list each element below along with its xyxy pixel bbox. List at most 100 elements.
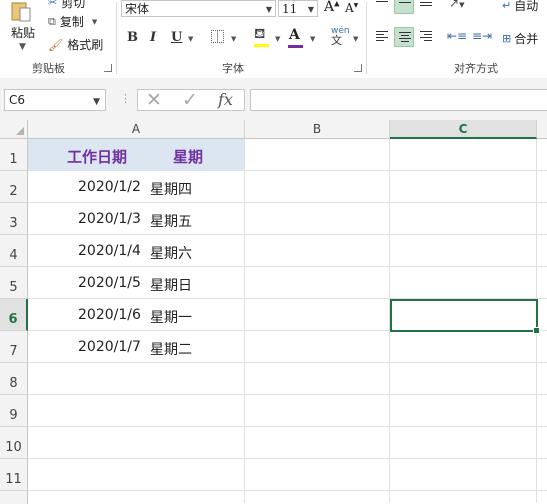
- row-header-5[interactable]: 5: [0, 267, 28, 299]
- row-header-2[interactable]: 2: [0, 171, 28, 203]
- ribbon: 粘贴 ▼ ✂ 剪切 ⧉ 复制 ▼ 🖌 格式刷 剪贴板 宋体 ▼ 11 ▼ A▲ …: [0, 0, 547, 79]
- italic-button[interactable]: I: [150, 30, 156, 45]
- row-header-8[interactable]: 8: [0, 363, 28, 395]
- cancel-entry-icon[interactable]: ✕: [146, 89, 162, 111]
- paint-bucket-icon: ⛾: [254, 26, 266, 42]
- align-right-button[interactable]: [416, 27, 436, 47]
- copy-button[interactable]: ⧉ 复制 ▼: [48, 13, 97, 30]
- table-row[interactable]: 2020/1/3 星期五: [28, 203, 244, 235]
- chevron-down-icon: ▼: [91, 17, 98, 26]
- weekday-value: 星期一: [150, 310, 192, 326]
- chevron-down-icon[interactable]: ▼: [275, 35, 280, 43]
- grow-font-button[interactable]: A▲: [324, 0, 340, 15]
- shrink-font-icon: A: [345, 1, 354, 15]
- table-row[interactable]: 2020/1/5 星期日: [28, 267, 244, 299]
- format-painter-label: 格式刷: [67, 38, 104, 52]
- decrease-indent-icon: ⇤≡: [447, 29, 468, 43]
- row-header-3[interactable]: 3: [0, 203, 28, 235]
- font-size-value: 11: [282, 2, 298, 16]
- grow-font-icon: A: [324, 0, 335, 15]
- weekday-value: 星期二: [150, 342, 192, 358]
- phonetic-icon: 文: [331, 34, 342, 47]
- align-center-button[interactable]: [394, 27, 414, 47]
- decrease-indent-button[interactable]: ⇤≡: [447, 29, 467, 43]
- format-painter-icon: 🖌: [48, 37, 64, 52]
- align-top-button[interactable]: [372, 0, 392, 14]
- column-header-a[interactable]: A: [28, 120, 245, 139]
- column-header-b[interactable]: B: [245, 120, 390, 139]
- header-weekday: 星期: [173, 148, 204, 166]
- shrink-font-button[interactable]: A▼: [345, 1, 358, 15]
- formula-input[interactable]: [250, 89, 547, 111]
- chevron-down-icon: ▼: [19, 42, 26, 52]
- formula-bar-handle-icon[interactable]: ⋮: [120, 92, 131, 105]
- table-row[interactable]: 2020/1/6 星期一: [28, 299, 244, 331]
- font-name-select[interactable]: 宋体 ▼: [121, 0, 276, 17]
- align-left-button[interactable]: [372, 27, 392, 47]
- font-color-icon: A: [289, 27, 300, 43]
- table-row[interactable]: 2020/1/4 星期六: [28, 235, 244, 267]
- font-launcher-icon[interactable]: [354, 64, 362, 72]
- select-all-button[interactable]: [0, 120, 28, 139]
- align-bottom-button[interactable]: [416, 0, 436, 14]
- row-header-11[interactable]: 11: [0, 459, 28, 491]
- group-divider: [366, 2, 367, 74]
- row-header-6[interactable]: 6: [0, 299, 28, 331]
- active-cell-c6[interactable]: [390, 299, 540, 334]
- row-header-4[interactable]: 4: [0, 235, 28, 267]
- table-row[interactable]: 2020/1/7 星期二: [28, 331, 244, 363]
- phonetic-button[interactable]: wén 文: [331, 27, 350, 47]
- column-header-d[interactable]: [537, 120, 547, 139]
- paste-icon: [11, 2, 31, 22]
- font-size-select[interactable]: 11 ▼: [278, 0, 318, 17]
- chevron-down-icon[interactable]: ▼: [231, 35, 236, 43]
- clipboard-launcher-icon[interactable]: [104, 64, 112, 72]
- wrap-text-icon: ↵: [502, 0, 512, 12]
- underline-button[interactable]: U: [171, 30, 182, 45]
- row-header-7[interactable]: 7: [0, 331, 28, 363]
- chevron-down-icon[interactable]: ▼: [353, 35, 358, 43]
- align-middle-button[interactable]: [394, 0, 414, 14]
- paste-label: 粘贴: [11, 26, 36, 40]
- weekday-value: 星期五: [150, 214, 192, 230]
- name-box-value: C6: [9, 93, 26, 107]
- confirm-entry-icon[interactable]: ✓: [182, 89, 198, 111]
- date-value: 2020/1/2: [78, 179, 141, 195]
- text-orientation-icon: ↗: [449, 0, 460, 10]
- table-row[interactable]: 2020/1/2 星期四: [28, 171, 244, 203]
- align-left-icon: [376, 31, 388, 43]
- merge-icon: ⊞: [502, 32, 512, 45]
- column-header-c[interactable]: C: [390, 120, 537, 139]
- fill-color-bar: [254, 44, 269, 47]
- cut-button[interactable]: ✂ 剪切: [48, 0, 85, 11]
- format-painter-button[interactable]: 🖌 格式刷: [48, 36, 103, 53]
- weekday-value: 星期日: [150, 278, 192, 294]
- borders-button[interactable]: [211, 30, 224, 43]
- row-header-10[interactable]: 10: [0, 427, 28, 459]
- chevron-down-icon[interactable]: ▼: [310, 35, 315, 43]
- font-name-value: 宋体: [125, 2, 150, 16]
- wrap-text-button[interactable]: ↵ 自动: [502, 0, 538, 14]
- cut-label: 剪切: [61, 0, 86, 10]
- chevron-down-icon[interactable]: ▼: [93, 92, 100, 112]
- increase-indent-button[interactable]: ≡⇥: [472, 29, 492, 43]
- date-value: 2020/1/3: [78, 211, 141, 227]
- cell-a1-header[interactable]: 工作日期 星期: [28, 139, 244, 171]
- row-header-12[interactable]: [0, 491, 28, 504]
- row-header-1[interactable]: 1: [0, 139, 28, 171]
- orientation-button[interactable]: ↗▼: [449, 0, 464, 10]
- row-header-9[interactable]: 9: [0, 395, 28, 427]
- name-box[interactable]: C6 ▼: [4, 89, 106, 111]
- font-color-bar: [288, 45, 303, 48]
- select-all-icon: [16, 127, 24, 135]
- chevron-down-icon[interactable]: ▼: [188, 35, 193, 43]
- merge-center-button[interactable]: ⊞ 合并: [502, 30, 538, 47]
- font-color-button[interactable]: A: [288, 27, 303, 48]
- weekday-value: 星期六: [150, 246, 192, 262]
- align-right-icon: [420, 31, 432, 43]
- bold-button[interactable]: B: [127, 30, 138, 45]
- insert-function-button[interactable]: fx: [218, 90, 233, 109]
- group-divider: [116, 2, 117, 74]
- fill-handle[interactable]: [533, 327, 540, 334]
- fill-color-button[interactable]: ⛾: [254, 26, 269, 47]
